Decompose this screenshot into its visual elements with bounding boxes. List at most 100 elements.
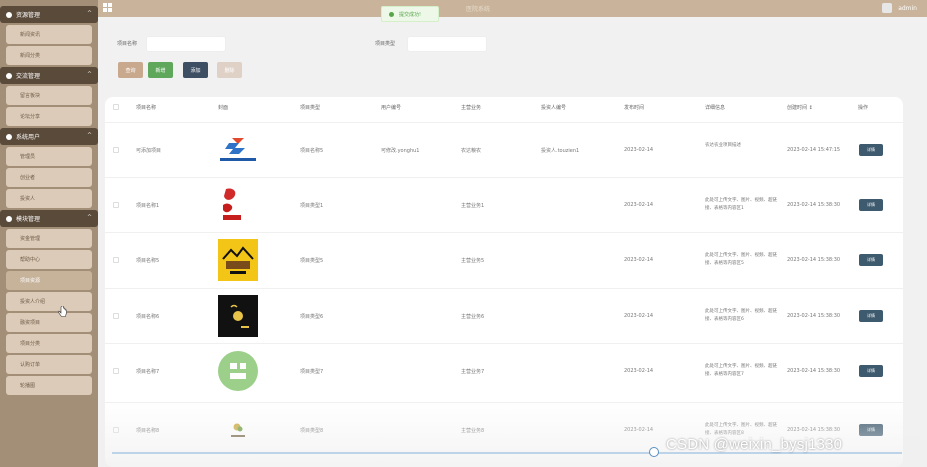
cell-project-type: 项目类型5 <box>300 257 324 264</box>
project-type-input[interactable] <box>407 36 487 52</box>
row-checkbox[interactable] <box>113 256 119 263</box>
header-publish-time: 发布时间 <box>624 105 645 111</box>
watermark: CSDN @weixin_bysj1330 <box>666 436 843 453</box>
sidebar-item-project-category[interactable]: 项目分类 <box>6 334 92 353</box>
sidebar-item-projects[interactable]: 项目资源 <box>6 271 92 290</box>
detail-button[interactable]: 详情 <box>859 309 883 322</box>
cover-image <box>218 294 258 337</box>
select-all-checkbox[interactable] <box>113 104 119 110</box>
header-user-id: 用户编号 <box>381 105 402 111</box>
grid-icon <box>6 215 12 222</box>
cell-created-time: 2023-02-14 15:38:30 <box>787 367 841 374</box>
cell-project-name: 项目名称5 <box>136 257 160 264</box>
cell-user-id: 可修改.yonghu1 <box>381 147 420 154</box>
sidebar-item-financing[interactable]: 融资项目 <box>6 313 92 332</box>
cell-business: 主营业务7 <box>461 368 485 375</box>
row-checkbox[interactable] <box>113 426 119 433</box>
row-checkbox[interactable] <box>113 201 119 208</box>
sidebar-item-message-board[interactable]: 留言板块 <box>6 86 92 105</box>
chevron-up-icon: ^ <box>86 132 92 139</box>
cell-project-type: 项目类型6 <box>300 313 324 320</box>
sidebar-group-label: 模块管理 <box>16 216 41 223</box>
cell-project-type: 项目名称5 <box>300 147 324 154</box>
sidebar-group-modules[interactable]: 模块管理 ^ <box>0 210 98 227</box>
chat-icon <box>6 72 12 79</box>
cell-created-time: 2023-02-14 15:38:30 <box>787 312 841 319</box>
sidebar-item-news[interactable]: 新闻资讯 <box>6 25 92 44</box>
cell-project-type: 项目类型7 <box>300 368 324 375</box>
delete-button[interactable]: 删除 <box>217 62 242 78</box>
cell-investor-id: 投资人.touzien1 <box>541 147 580 154</box>
cell-project-name: 可添加项目 <box>136 147 162 154</box>
chevron-up-icon: ^ <box>86 71 92 78</box>
top-bar: 医院系统 admin <box>0 0 927 17</box>
cell-project-type: 项目类型8 <box>300 427 324 434</box>
cell-created-time: 2023-02-14 15:38:30 <box>787 256 841 263</box>
cell-project-type: 项目类型1 <box>300 202 324 209</box>
project-name-input[interactable] <box>146 36 226 52</box>
cell-publish-time: 2023-02-14 <box>624 367 654 374</box>
cell-details: 此处可上传文字、图片、视频、超链接、表格等内容区7 <box>705 363 777 377</box>
sidebar-item-funds[interactable]: 资金管理 <box>6 229 92 248</box>
cell-details: 此处可上传文字、图片、视频、超链接、表格等内容区5 <box>705 252 777 266</box>
cell-business: 主营业务5 <box>461 257 485 264</box>
sidebar-item-investor-intro[interactable]: 投资人介绍 <box>6 292 92 311</box>
cell-project-name: 项目名称8 <box>136 427 160 434</box>
cover-image <box>218 350 258 391</box>
cell-publish-time: 2023-02-14 <box>624 256 654 263</box>
row-checkbox[interactable] <box>113 312 119 319</box>
header-details: 详细信息 <box>705 105 726 111</box>
site-title: 医院系统 <box>466 6 491 13</box>
cell-project-name: 项目名称1 <box>136 202 160 209</box>
sidebar-item-founder[interactable]: 创业者 <box>6 168 92 187</box>
cover-image <box>218 135 258 165</box>
detail-button[interactable]: 详情 <box>859 423 883 436</box>
cover-image <box>218 238 258 281</box>
sidebar-item-forum[interactable]: 论坛分享 <box>6 107 92 126</box>
sidebar-group-users[interactable]: 系统用户 ^ <box>0 128 98 145</box>
sidebar-group-exchange[interactable]: 交流管理 ^ <box>0 67 98 84</box>
cover-image <box>220 185 244 225</box>
cell-publish-time: 2023-02-14 <box>624 426 654 433</box>
sidebar-group-label: 资源管理 <box>16 12 41 19</box>
sidebar-item-carousel[interactable]: 轮播图 <box>6 376 92 395</box>
query-button[interactable]: 查询 <box>118 62 143 78</box>
admin-user[interactable]: admin <box>882 3 917 13</box>
header-cover: 封面 <box>218 105 229 111</box>
cell-publish-time: 2023-02-14 <box>624 312 654 319</box>
scrollbar-handle[interactable] <box>649 447 659 457</box>
header-actions: 操作 <box>858 105 869 111</box>
sidebar-item-investor[interactable]: 投资人 <box>6 189 92 208</box>
sidebar-item-orders[interactable]: 认购订单 <box>6 355 92 374</box>
sidebar-item-news-category[interactable]: 新闻分类 <box>6 46 92 65</box>
row-checkbox[interactable] <box>113 146 119 153</box>
detail-button[interactable]: 详情 <box>859 364 883 377</box>
sidebar-item-help[interactable]: 帮助中心 <box>6 250 92 269</box>
sidebar-group-label: 交流管理 <box>16 73 41 80</box>
cell-business: 主营业务6 <box>461 313 485 320</box>
cell-created-time: 2023-02-14 15:38:30 <box>787 201 841 208</box>
chevron-up-icon: ^ <box>86 10 92 17</box>
cell-publish-time: 2023-02-14 <box>624 201 654 208</box>
row-checkbox[interactable] <box>113 367 119 374</box>
cell-details: 农达农业项目描述 <box>705 142 741 148</box>
cell-business: 主营业务1 <box>461 202 485 209</box>
header-created-time[interactable]: 创建时间 ↕ <box>787 104 813 111</box>
sidebar-item-admin[interactable]: 管理员 <box>6 147 92 166</box>
add-button[interactable]: 新增 <box>148 62 173 78</box>
sidebar-group-resources[interactable]: 资源管理 ^ <box>0 6 98 23</box>
create-button[interactable]: 添加 <box>183 62 208 78</box>
header-project-type: 项目类型 <box>300 105 321 111</box>
header-investor-id: 投资人编号 <box>541 105 567 111</box>
menu-grid-icon[interactable] <box>103 3 112 12</box>
cell-business: 农达粮农 <box>461 147 482 154</box>
cell-details: 此处可上传文字、图片、视频、超链接、表格等内容区6 <box>705 308 777 322</box>
detail-button[interactable]: 详情 <box>859 143 883 156</box>
cell-project-name: 项目名称6 <box>136 313 160 320</box>
sidebar-group-label: 系统用户 <box>16 134 41 141</box>
detail-button[interactable]: 详情 <box>859 253 883 266</box>
detail-button[interactable]: 详情 <box>859 198 883 211</box>
chevron-up-icon: ^ <box>86 214 92 221</box>
header-project-name: 项目名称 <box>136 105 157 111</box>
avatar <box>882 3 893 13</box>
